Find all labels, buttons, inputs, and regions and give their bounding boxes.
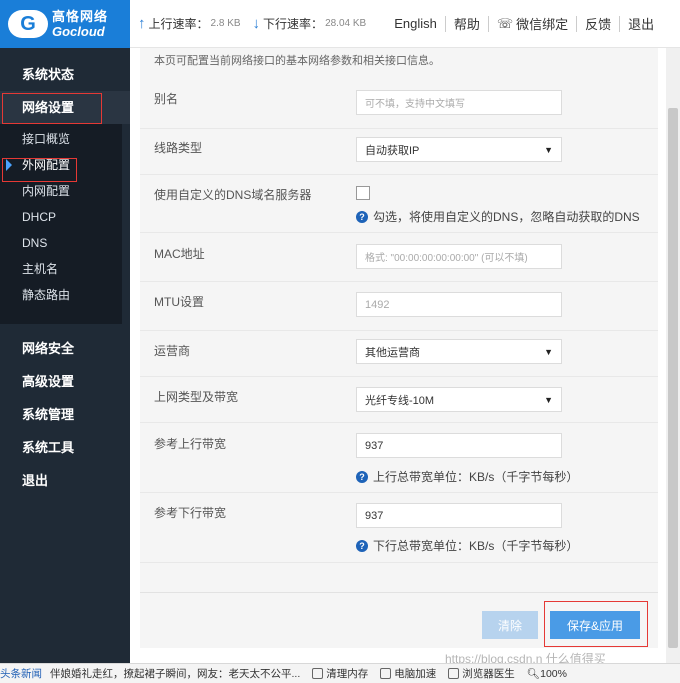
help-icon: ?: [356, 539, 368, 552]
dropdown-caret-icon: ▼: [544, 144, 553, 155]
custom-dns-checkbox[interactable]: [356, 186, 370, 200]
top-bar: ↑ 上行速率： 2.8 KB ↓ 下行速率： 28.04 KB English …: [130, 0, 680, 48]
news-headline[interactable]: 伴娘婚礼走红，撩起裙子瞬间，网友：老天太不公平...: [50, 666, 300, 681]
row-divider: [140, 330, 658, 331]
upload-bandwidth-input[interactable]: 937: [356, 433, 562, 458]
row-divider: [140, 492, 658, 493]
download-arrow-icon: ↓: [252, 15, 261, 32]
upload-bandwidth-hint: ? 上行总带宽单位：KB/s（千字节每秒）: [356, 468, 578, 485]
download-bandwidth-hint: ? 下行总带宽单位：KB/s（千字节每秒）: [356, 537, 578, 554]
pc-speedup-item[interactable]: 电脑加速: [380, 666, 436, 681]
news-label[interactable]: 头条新闻: [0, 666, 42, 681]
brand-name-en: Gocloud: [52, 24, 105, 39]
download-bandwidth-input[interactable]: 937: [356, 503, 562, 528]
isp-label: 运营商: [154, 344, 191, 358]
bandwidth-type-value: 光纤专线-10M: [365, 394, 435, 407]
logout-link[interactable]: 退出: [628, 14, 654, 33]
alias-input[interactable]: 可不填，支持中文填写: [356, 90, 562, 115]
row-divider: [140, 232, 658, 233]
clean-memory-item[interactable]: 清理内存: [312, 666, 368, 681]
isp-value: 其他运营商: [365, 346, 420, 359]
zoom-icon: 🔍︎: [526, 668, 541, 680]
clean-memory-label: 清理内存: [326, 668, 369, 680]
download-speed-label: 下行速率：: [263, 17, 324, 31]
line-type-label: 线路类型: [154, 141, 203, 155]
wechat-bind-link[interactable]: 微信绑定: [516, 14, 568, 33]
row-divider: [140, 281, 658, 282]
line-type-value: 自动获取IP: [365, 144, 420, 157]
sub-static-route[interactable]: 静态路由: [0, 282, 122, 308]
zoom-level[interactable]: 🔍︎ 100%: [526, 667, 567, 681]
highlight-box-network-settings: [2, 93, 102, 124]
dropdown-caret-icon: ▼: [544, 394, 553, 405]
mac-label: MAC地址: [154, 247, 205, 261]
row-divider: [140, 562, 658, 563]
clear-button[interactable]: 清除: [482, 611, 538, 639]
upload-bandwidth-label: 参考上行带宽: [154, 437, 227, 451]
isp-select[interactable]: 其他运营商 ▼: [356, 339, 562, 364]
upload-speed-value: 2.8 KB: [210, 18, 241, 29]
scrollbar-thumb[interactable]: [668, 108, 678, 648]
row-divider: [140, 174, 658, 175]
mtu-input[interactable]: 1492: [356, 292, 562, 317]
help-icon: ?: [356, 210, 368, 223]
page-scrollbar[interactable]: [666, 48, 680, 663]
alias-label: 别名: [154, 92, 179, 106]
mac-input[interactable]: 格式: "00:00:00:00:00:00" (可以不填): [356, 244, 562, 269]
bottom-taskbar: 头条新闻 伴娘婚礼走红，撩起裙子瞬间，网友：老天太不公平... 清理内存 电脑加…: [0, 663, 680, 683]
help-link[interactable]: 帮助: [454, 14, 480, 33]
dropdown-caret-icon: ▼: [544, 346, 553, 357]
page-description: 本页可配置当前网络接口的基本网络参数和相关接口信息。: [154, 55, 440, 67]
row-divider: [140, 376, 658, 377]
menu-system-tools[interactable]: 系统工具: [0, 431, 130, 464]
custom-dns-label: 使用自定义的DNS域名服务器: [154, 188, 312, 202]
custom-dns-hint-text: 勾选，将使用自定义的DNS，忽略自动获取的DNS: [373, 210, 640, 224]
divider: [487, 15, 489, 32]
upload-arrow-icon: ↑: [138, 15, 146, 32]
menu-advanced-settings[interactable]: 高级设置: [0, 365, 130, 398]
speedup-icon: [380, 668, 392, 679]
download-speed-value: 28.04 KB: [325, 18, 367, 29]
sub-dns[interactable]: DNS: [0, 230, 122, 256]
wechat-icon: ☏: [496, 15, 514, 31]
network-settings-submenu: 接口概览 外网配置 内网配置 DHCP DNS 主机名 静态路由: [0, 124, 122, 324]
feedback-link[interactable]: 反馈: [585, 14, 611, 33]
highlight-box-save: [544, 601, 648, 647]
pc-speedup-label: 电脑加速: [394, 668, 437, 680]
menu-system-management[interactable]: 系统管理: [0, 398, 130, 431]
download-bandwidth-hint-text: 下行总带宽单位：KB/s（千字节每秒）: [373, 539, 579, 553]
mtu-label: MTU设置: [154, 295, 204, 309]
sub-dhcp[interactable]: DHCP: [0, 204, 122, 230]
download-bandwidth-label: 参考下行带宽: [154, 506, 227, 520]
sub-interface-overview[interactable]: 接口概览: [0, 126, 122, 152]
sub-hostname[interactable]: 主机名: [0, 256, 122, 282]
custom-dns-hint: ? 勾选，将使用自定义的DNS，忽略自动获取的DNS: [356, 208, 640, 225]
row-divider: [140, 422, 658, 423]
browser-doctor-label: 浏览器医生: [462, 668, 515, 680]
bandwidth-type-label: 上网类型及带宽: [154, 390, 239, 404]
brand-logo[interactable]: G 高恪网络 Gocloud: [0, 0, 130, 48]
divider: [444, 15, 446, 32]
menu-system-status[interactable]: 系统状态: [0, 58, 130, 91]
memory-icon: [312, 668, 324, 679]
line-type-select[interactable]: 自动获取IP ▼: [356, 137, 562, 162]
wan-config-panel: 本页可配置当前网络接口的基本网络参数和相关接口信息。 别名 可不填，支持中文填写…: [140, 48, 658, 648]
footer-divider: [140, 592, 658, 593]
upload-speed-label: 上行速率：: [148, 17, 209, 31]
divider: [576, 15, 578, 32]
menu-logout[interactable]: 退出: [0, 464, 130, 497]
gocloud-logo-icon: G: [8, 10, 48, 38]
english-link[interactable]: English: [394, 16, 437, 31]
row-divider: [140, 128, 658, 129]
doctor-icon: [448, 668, 460, 679]
browser-doctor-item[interactable]: 浏览器医生: [448, 666, 515, 681]
highlight-box-wan-config: [2, 158, 77, 182]
menu-network-security[interactable]: 网络安全: [0, 332, 130, 365]
help-icon: ?: [356, 470, 368, 483]
bandwidth-type-select[interactable]: 光纤专线-10M ▼: [356, 387, 562, 412]
divider: [619, 15, 621, 32]
upload-bandwidth-hint-text: 上行总带宽单位：KB/s（千字节每秒）: [373, 470, 579, 484]
brand-name-cn: 高恪网络: [52, 9, 109, 24]
zoom-value: 100%: [540, 667, 567, 680]
